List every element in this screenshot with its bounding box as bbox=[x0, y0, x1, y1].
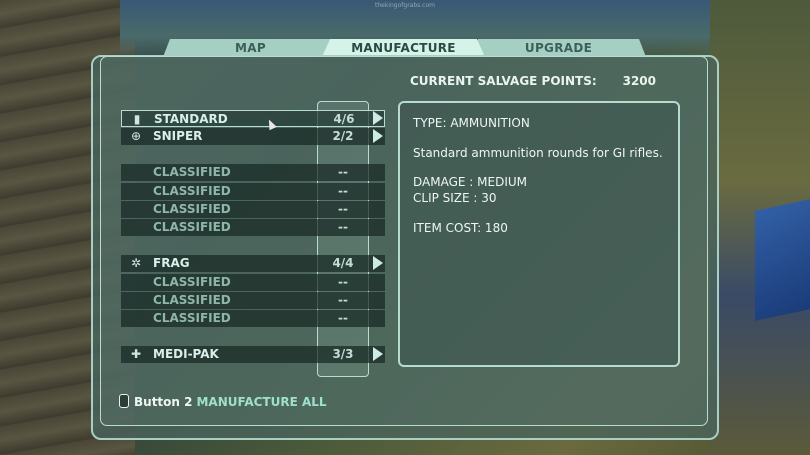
item-label: CLASSIFIED bbox=[153, 165, 231, 179]
manufacture-all-hint[interactable]: Button 2 MANUFACTURE ALL bbox=[119, 394, 327, 409]
item-cost: ITEM COST: 180 bbox=[413, 221, 508, 235]
item-type: TYPE: AMMUNITION bbox=[413, 116, 530, 130]
item-label: CLASSIFIED bbox=[153, 275, 231, 289]
item-row-medi-pak[interactable]: ✚ MEDI-PAK 3/3 bbox=[121, 346, 385, 363]
item-row-classified[interactable]: CLASSIFIED -- bbox=[121, 201, 385, 218]
item-row-sniper[interactable]: ⊕ SNIPER 2/2 bbox=[121, 128, 385, 145]
bullet-icon: ▮ bbox=[133, 112, 141, 126]
item-clip-size: CLIP SIZE : 30 bbox=[413, 191, 497, 205]
item-count: -- bbox=[338, 293, 348, 307]
gear-icon: ✲ bbox=[130, 256, 142, 270]
item-count: -- bbox=[338, 220, 348, 234]
item-count: -- bbox=[338, 311, 348, 325]
item-row-classified[interactable]: CLASSIFIED -- bbox=[121, 274, 385, 291]
item-row-classified[interactable]: CLASSIFIED -- bbox=[121, 219, 385, 236]
watermark: thekingofgrabs.com bbox=[375, 2, 435, 9]
item-label: CLASSIFIED bbox=[153, 220, 231, 234]
button-label: Button 2 bbox=[134, 395, 193, 409]
item-count: -- bbox=[338, 165, 348, 179]
item-row-frag[interactable]: ✲ FRAG 4/4 bbox=[121, 255, 385, 272]
item-label: FRAG bbox=[153, 256, 190, 270]
item-count: -- bbox=[338, 275, 348, 289]
item-description: Standard ammunition rounds for GI rifles… bbox=[413, 146, 663, 160]
item-label: CLASSIFIED bbox=[153, 202, 231, 216]
item-label: STANDARD bbox=[154, 112, 228, 126]
item-damage: DAMAGE : MEDIUM bbox=[413, 175, 527, 189]
item-row-classified[interactable]: CLASSIFIED -- bbox=[121, 292, 385, 309]
item-label: CLASSIFIED bbox=[153, 311, 231, 325]
background-crystal bbox=[755, 199, 810, 321]
item-count: 4/4 bbox=[332, 256, 354, 270]
item-count: 4/6 bbox=[333, 112, 355, 126]
cross-icon: ✚ bbox=[130, 347, 142, 361]
item-count: 3/3 bbox=[332, 347, 354, 361]
item-count: -- bbox=[338, 202, 348, 216]
item-info-panel: TYPE: AMMUNITION Standard ammunition rou… bbox=[398, 101, 680, 367]
item-label: CLASSIFIED bbox=[153, 184, 231, 198]
item-label: MEDI-PAK bbox=[153, 347, 219, 361]
crosshair-icon: ⊕ bbox=[130, 129, 142, 143]
controller-button-icon bbox=[119, 394, 129, 408]
item-row-classified[interactable]: CLASSIFIED -- bbox=[121, 183, 385, 200]
item-count: 2/2 bbox=[332, 129, 354, 143]
salvage-label: CURRENT SALVAGE POINTS: bbox=[410, 74, 597, 88]
item-label: CLASSIFIED bbox=[153, 293, 231, 307]
item-row-standard[interactable]: ▮ STANDARD 4/6 bbox=[121, 110, 385, 127]
item-row-classified[interactable]: CLASSIFIED -- bbox=[121, 310, 385, 327]
salvage-value: 3200 bbox=[622, 74, 656, 88]
salvage-points: CURRENT SALVAGE POINTS: 3200 bbox=[410, 74, 660, 90]
action-label: MANUFACTURE ALL bbox=[196, 395, 327, 409]
item-row-classified[interactable]: CLASSIFIED -- bbox=[121, 164, 385, 181]
item-count: -- bbox=[338, 184, 348, 198]
item-label: SNIPER bbox=[153, 129, 203, 143]
